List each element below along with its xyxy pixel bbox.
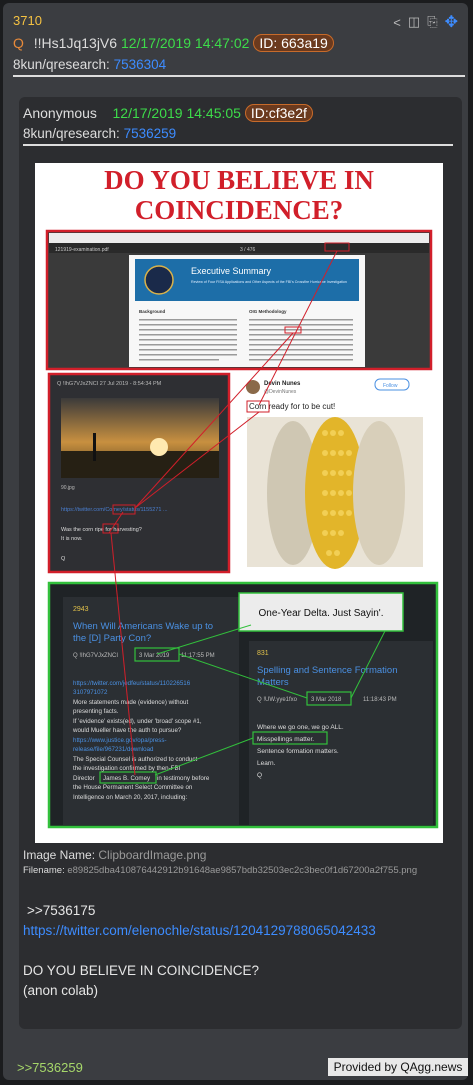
quoted-header: Anonymous 12/17/2019 14:45:05 ID:cf3e2f: [23, 104, 313, 122]
svg-text:3107971072: 3107971072: [73, 689, 108, 696]
image-name-value: ClipboardImage.png: [98, 848, 207, 862]
quoted-board-link[interactable]: 7536259: [124, 126, 177, 141]
svg-text:Q: Q: [257, 772, 262, 779]
quoted-board-name: 8kun/qresearch:: [23, 126, 120, 141]
q-mark: Q: [13, 35, 24, 51]
svg-text:https://twitter.com/jedfeu/sta: https://twitter.com/jedfeu/status/110226…: [73, 680, 191, 687]
filename-row: Filename: e89825dba410876442912b91648ae9…: [23, 865, 417, 876]
body-reply-ref[interactable]: >>7536175: [23, 901, 376, 921]
svg-text:More statements made (evidence: More statements made (evidence) without: [73, 699, 188, 706]
svg-text:Background: Background: [139, 309, 166, 314]
svg-text:OIG Methodology: OIG Methodology: [249, 309, 287, 314]
svg-text:Q !IhG7VJxZNCI: Q !IhG7VJxZNCI: [73, 653, 118, 659]
svg-text:Director: Director: [73, 775, 95, 782]
filename-value: e89825dba410876442912b91648ae9857bdb3250…: [67, 865, 418, 876]
svg-text:James B. Comey: James B. Comey: [103, 775, 151, 782]
svg-text:the House Permanent Select Com: the House Permanent Select Committee on: [73, 784, 193, 791]
q-corn-post-panel: Q !IhG7VJxZNCI 27 Jul 2019 - 8:54:34 PM …: [47, 372, 231, 574]
post-board-line: 8kun/qresearch: 7536304: [13, 57, 166, 72]
vr-glasses-icon[interactable]: ◫: [408, 14, 420, 30]
quoted-body: >>7536175 https://twitter.com/elenochle/…: [23, 901, 376, 1001]
reply-link[interactable]: >>7536259: [17, 1060, 83, 1075]
image-name-row: Image Name: ClipboardImage.png: [23, 848, 206, 862]
svg-text:If 'evidence' exists(ed), unde: If 'evidence' exists(ed), under 'broad' …: [73, 718, 202, 725]
svg-text:Corn ready for to be cut!: Corn ready for to be cut!: [249, 402, 335, 411]
svg-text:When Will Americans Wake up to: When Will Americans Wake up to: [73, 621, 213, 632]
tripcode: !!Hs1Jq13jV6: [33, 35, 118, 51]
image-name-label: Image Name:: [23, 848, 96, 862]
quoted-post: Anonymous 12/17/2019 14:45:05 ID:cf3e2f …: [19, 97, 462, 1029]
divider: [13, 75, 465, 77]
post-card: 3710 < ◫ ⎘ ✥ Q !!Hs1Jq13jV6 12/17/2019 1…: [3, 3, 468, 1080]
svg-text:https://twitter.com/Comey/stat: https://twitter.com/Comey/status/1155271…: [61, 507, 168, 513]
svg-text:Review of Four FISA Applicatio: Review of Four FISA Applications and Oth…: [191, 280, 347, 284]
svg-text:Q: Q: [61, 556, 66, 562]
svg-text:the [D] Party Con?: the [D] Party Con?: [73, 633, 151, 644]
quoted-board-line: 8kun/qresearch: 7536259: [23, 126, 176, 141]
svg-text:would Mueller have the auth to: would Mueller have the auth to pursue?: [72, 727, 182, 734]
svg-text:Intelligence on March 20, 2017: Intelligence on March 20, 2017, includin…: [73, 794, 187, 801]
quoted-datetime: 12/17/2019 14:45:05: [112, 105, 241, 121]
move-arrows-icon[interactable]: ✥: [445, 12, 458, 32]
svg-text:Learn.: Learn.: [257, 760, 276, 767]
filename-label: Filename:: [23, 865, 65, 876]
svg-text:One-Year Delta. Just Sayin'.: One-Year Delta. Just Sayin'.: [259, 608, 384, 619]
pdf-screenshot-panel: 121919-examination.pdf 3 / 476 Executive…: [45, 229, 433, 371]
svg-text:The Special Counsel is authori: The Special Counsel is authorized to con…: [73, 756, 197, 763]
svg-text:Where we go one, we go ALL.: Where we go one, we go ALL.: [257, 724, 344, 731]
svg-text:90.jpg: 90.jpg: [61, 485, 75, 491]
svg-text:11:18:43 PM: 11:18:43 PM: [363, 697, 397, 703]
svg-text:Misspellings matter.: Misspellings matter.: [257, 736, 314, 743]
svg-text:3 Mar 2018: 3 Mar 2018: [311, 697, 342, 703]
svg-text:It is now.: It is now.: [61, 536, 83, 542]
svg-text:Executive Summary: Executive Summary: [191, 266, 272, 276]
svg-text:121919-examination.pdf: 121919-examination.pdf: [55, 247, 109, 253]
svg-text:Was the corn ripe for harvesti: Was the corn ripe for harvesting?: [61, 527, 142, 533]
provided-by-badge[interactable]: Provided by QAgg.news: [328, 1058, 468, 1076]
q-posts-green-panel: 2943 When Will Americans Wake up to the …: [47, 581, 439, 829]
svg-text:Follow: Follow: [383, 383, 398, 389]
svg-text:release/file/967231/download: release/file/967231/download: [73, 746, 154, 753]
svg-text:Spelling and Sentence Formatio: Spelling and Sentence Formation: [257, 665, 397, 676]
svg-text:@DevinNunes: @DevinNunes: [264, 389, 297, 395]
svg-text:Sentence formation matters.: Sentence formation matters.: [257, 748, 339, 755]
quoted-divider: [23, 144, 453, 146]
svg-text:https://www.justice.gov/opa/pr: https://www.justice.gov/opa/press-: [73, 737, 167, 744]
body-url[interactable]: https://twitter.com/elenochle/status/120…: [23, 921, 376, 941]
attached-image[interactable]: DO YOU BELIEVE IN COINCIDENCE? 121919-ex…: [35, 163, 443, 843]
quoted-author: Anonymous: [23, 105, 97, 121]
quoted-id-badge: ID:cf3e2f: [244, 104, 313, 122]
nunes-corn-panel: Devin Nunes @DevinNunes Follow Corn read…: [235, 374, 431, 572]
image-title-line2: COINCIDENCE?: [135, 195, 344, 225]
svg-text:3 / 476: 3 / 476: [240, 247, 256, 253]
svg-text:Q !IhG7VJxZNCI 27 Jul 2019 - 8: Q !IhG7VJxZNCI 27 Jul 2019 - 8:54:34 PM: [57, 381, 162, 387]
svg-text:2943: 2943: [73, 606, 89, 613]
post-header: Q !!Hs1Jq13jV6 12/17/2019 14:47:02 ID: 6…: [13, 34, 334, 52]
post-datetime: 12/17/2019 14:47:02: [120, 35, 250, 51]
body-line-1: DO YOU BELIEVE IN COINCIDENCE?: [23, 963, 260, 978]
image-title-line1: DO YOU BELIEVE IN: [104, 165, 374, 195]
post-toolbar: < ◫ ⎘ ✥: [393, 12, 458, 32]
svg-text:3 Mar 2019: 3 Mar 2019: [139, 653, 170, 659]
svg-text:presenting facts.: presenting facts.: [73, 708, 119, 715]
svg-text:831: 831: [257, 650, 269, 657]
post-id-badge: ID: 663a19: [253, 34, 334, 52]
post-number: 3710: [13, 13, 42, 28]
svg-text:Q !UW.yye1fxo: Q !UW.yye1fxo: [257, 697, 298, 703]
board-name: 8kun/qresearch:: [13, 57, 110, 72]
share-icon[interactable]: <: [393, 15, 401, 30]
board-link[interactable]: 7536304: [114, 57, 167, 72]
body-line-2: (anon colab): [23, 983, 99, 998]
svg-text:in testimony before: in testimony before: [157, 775, 210, 782]
document-icon[interactable]: ⎘: [427, 14, 437, 30]
